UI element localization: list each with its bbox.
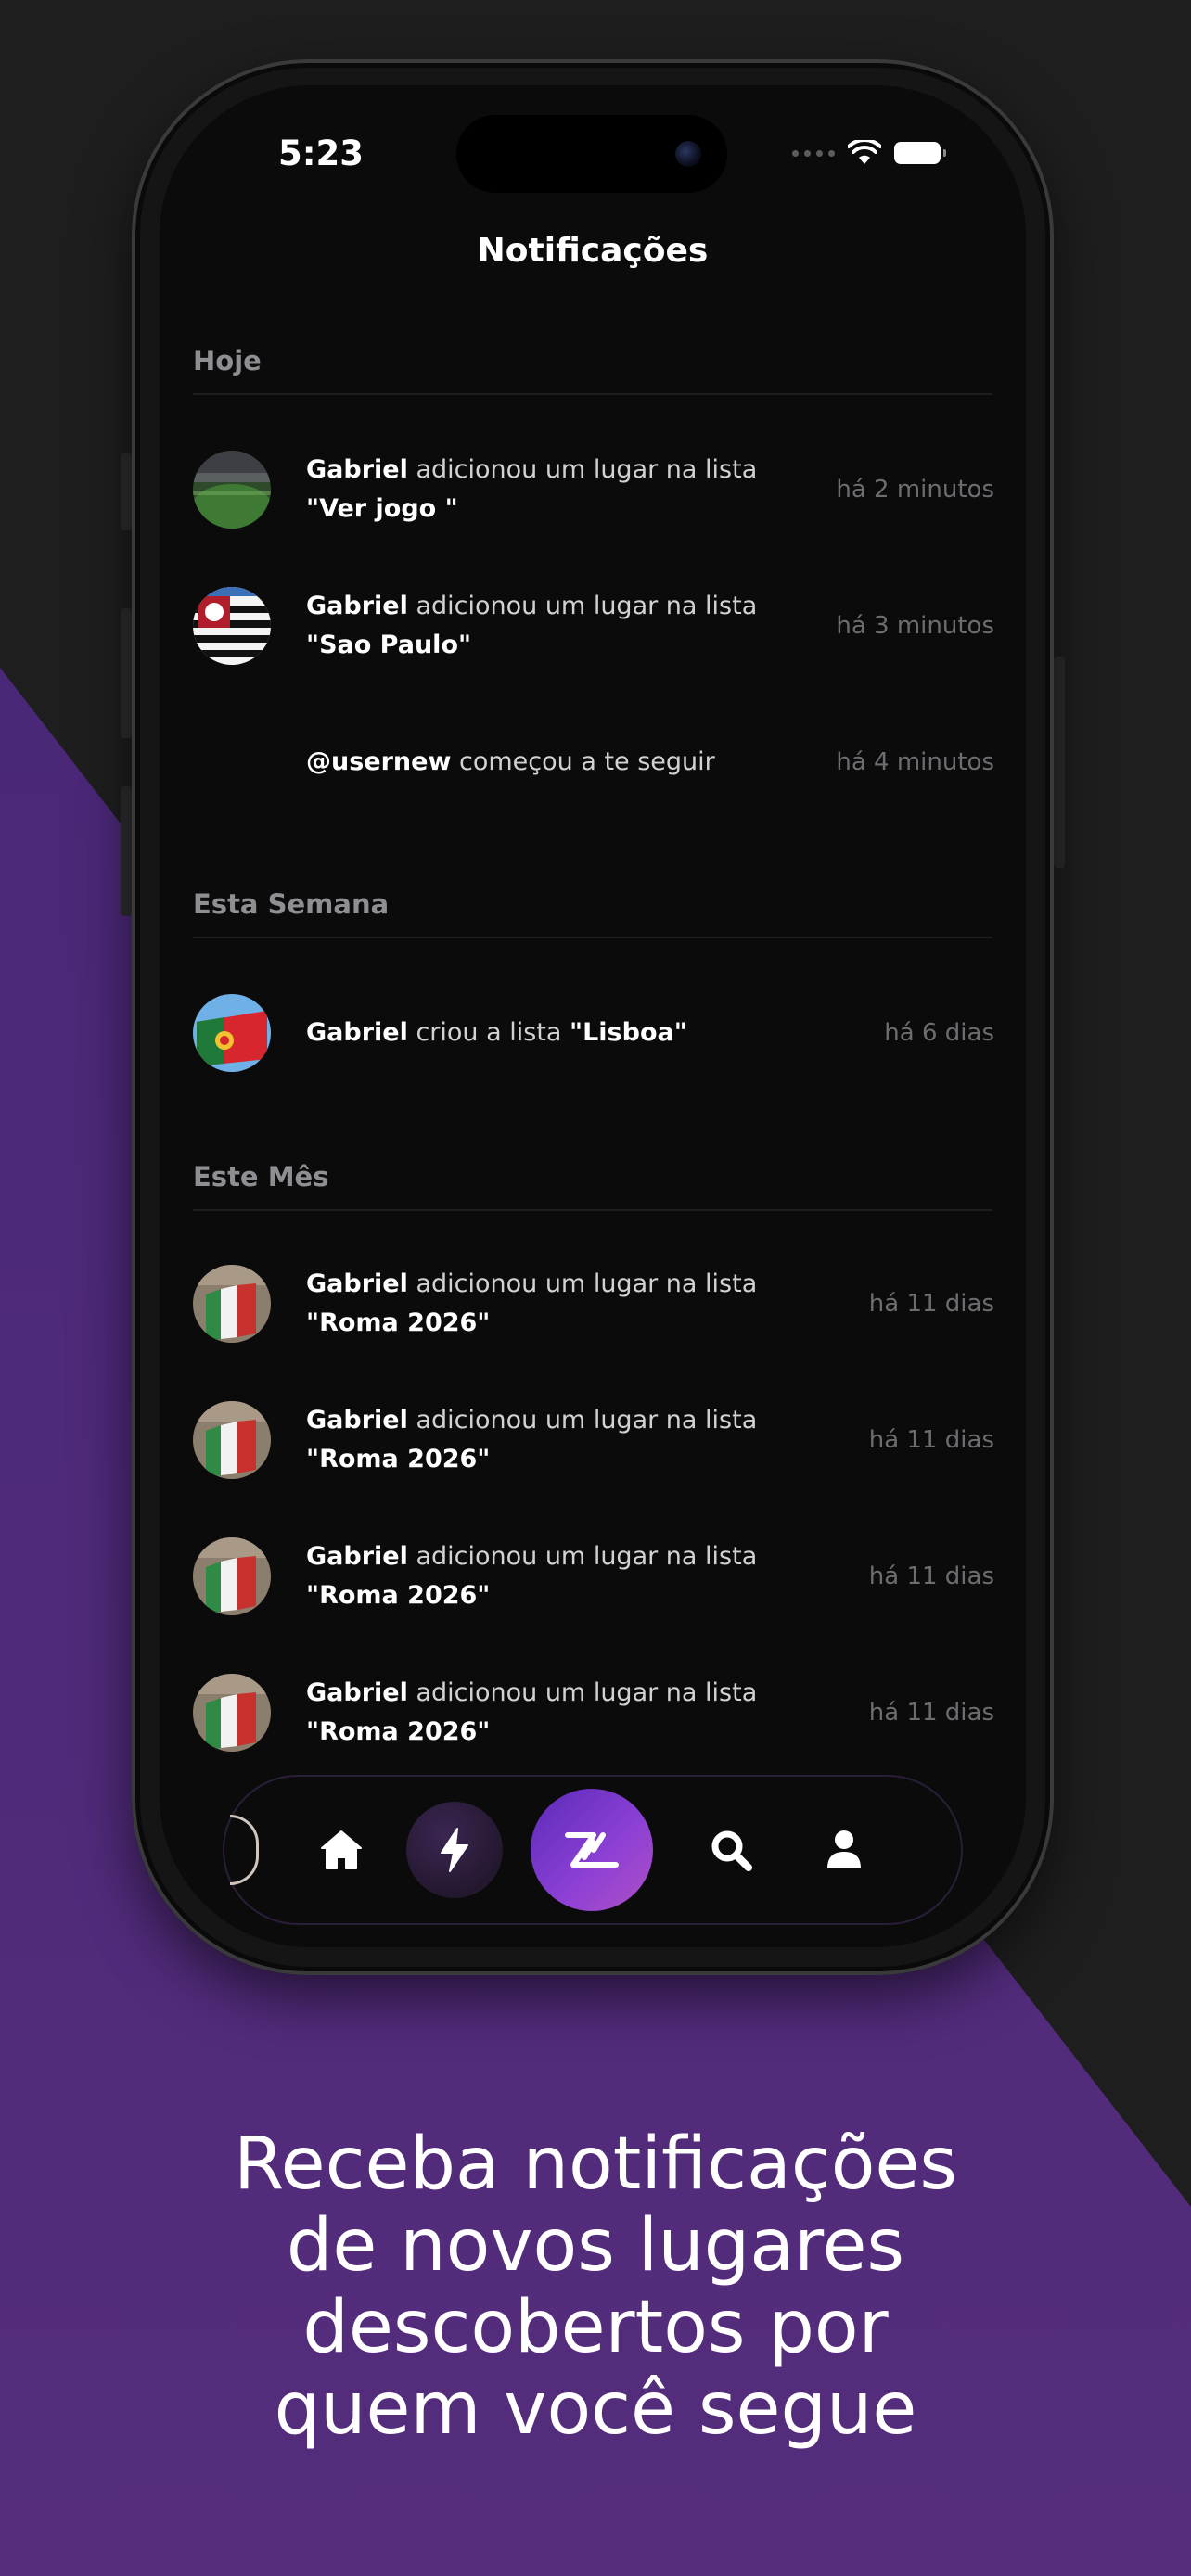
bolt-icon: [441, 1828, 468, 1872]
divider: [193, 393, 992, 395]
notification-list-name: "Ver jogo ": [306, 494, 458, 523]
avatar-italy-flag: [193, 1674, 271, 1752]
tab-search[interactable]: [709, 1828, 753, 1872]
phone-screen: 5:23 Notificações Hoje Gabriel adicionou…: [160, 85, 1026, 1947]
profile-icon: [827, 1830, 861, 1868]
signal-dots-icon: [792, 149, 835, 157]
home-icon: [321, 1830, 362, 1869]
notification-user: Gabriel: [306, 1406, 408, 1435]
notification-action: criou a lista: [407, 1018, 570, 1047]
section-header-this-month: Este Mês: [193, 1161, 329, 1192]
notification-action: adicionou um lugar na lista: [407, 1678, 758, 1707]
marketing-caption: Receba notificações de novos lugares des…: [0, 2123, 1191, 2450]
tab-bar: [224, 1777, 961, 1923]
notification-time: há 6 dias: [884, 1019, 994, 1047]
notification-list-name: "Roma 2026": [306, 1445, 491, 1473]
notification-time: há 11 dias: [868, 1426, 994, 1454]
phone-action-button: [121, 453, 132, 530]
app-logo-icon: [565, 1832, 619, 1868]
caption-line-4: quem você segue: [274, 2367, 917, 2451]
notification-action: adicionou um lugar na lista: [407, 592, 758, 620]
notification-item[interactable]: Gabriel adicionou um lugar na lista "Ver …: [193, 447, 994, 532]
notification-list-name: "Lisboa": [570, 1018, 687, 1047]
caption-line-2: de novos lugares: [286, 2204, 905, 2288]
notification-user: Gabriel: [306, 1018, 408, 1047]
notification-text: Gabriel adicionou um lugar na lista "Sao …: [306, 587, 807, 665]
page-title: Notificações: [477, 232, 709, 270]
tab-profile[interactable]: [826, 1830, 863, 1870]
status-icons: [792, 139, 946, 167]
notification-user: Gabriel: [306, 455, 408, 484]
notification-item[interactable]: Gabriel adicionou um lugar na lista "Roma…: [193, 1397, 994, 1483]
caption-line-1: Receba notificações: [233, 2123, 958, 2206]
avatar-italy-flag: [193, 1537, 271, 1615]
scrolled-avatar-edge: [230, 1815, 259, 1885]
section-header-this-week: Esta Semana: [193, 888, 390, 920]
notification-action: adicionou um lugar na lista: [407, 1269, 758, 1298]
notification-time: há 11 dias: [868, 1699, 994, 1727]
notification-user: @usernew: [306, 747, 452, 776]
phone-volume-up-button: [121, 608, 132, 738]
notification-item[interactable]: Gabriel adicionou um lugar na lista "Roma…: [193, 1670, 994, 1755]
notification-action: adicionou um lugar na lista: [407, 1542, 758, 1571]
notification-list-name: "Roma 2026": [306, 1308, 491, 1337]
notification-text: Gabriel adicionou um lugar na lista "Roma…: [306, 1537, 807, 1615]
avatar-italy-flag: [193, 1401, 271, 1479]
tab-home-logo[interactable]: [531, 1789, 653, 1911]
notification-item[interactable]: Gabriel adicionou um lugar na lista "Sao …: [193, 583, 994, 669]
notification-user: Gabriel: [306, 1542, 408, 1571]
notification-time: há 4 minutos: [836, 748, 994, 776]
notification-time: há 3 minutos: [836, 612, 994, 640]
battery-icon: [894, 142, 946, 164]
notification-list-name: "Roma 2026": [306, 1581, 491, 1610]
notification-action: adicionou um lugar na lista: [407, 455, 758, 484]
search-icon: [711, 1830, 752, 1871]
notification-action: começou a te seguir: [451, 747, 715, 776]
phone-volume-down-button: [121, 786, 132, 916]
notification-time: há 2 minutos: [836, 476, 994, 504]
notification-time: há 11 dias: [868, 1290, 994, 1318]
notification-text: Gabriel adicionou um lugar na lista "Roma…: [306, 1401, 807, 1479]
notification-text: Gabriel criou a lista "Lisboa": [306, 1014, 807, 1052]
notification-text: Gabriel adicionou um lugar na lista "Ver …: [306, 451, 807, 529]
avatar-portugal-flag: [193, 994, 271, 1072]
notification-action: adicionou um lugar na lista: [407, 1406, 758, 1435]
notification-item[interactable]: Gabriel adicionou um lugar na lista "Roma…: [193, 1261, 994, 1346]
avatar-stadium: [193, 451, 271, 529]
notification-item[interactable]: @usernew começou a te seguir há 4 minuto…: [193, 720, 994, 805]
section-header-today: Hoje: [193, 345, 262, 376]
divider: [193, 937, 992, 938]
notification-user: Gabriel: [306, 1269, 408, 1298]
avatar-italy-flag: [193, 1265, 271, 1343]
notification-user: Gabriel: [306, 592, 408, 620]
phone-power-button: [1054, 657, 1065, 868]
notification-list-name: "Roma 2026": [306, 1717, 491, 1746]
divider: [193, 1209, 992, 1211]
notification-user: Gabriel: [306, 1678, 408, 1707]
notification-list-name: "Sao Paulo": [306, 631, 472, 659]
caption-line-3: descobertos por: [302, 2286, 889, 2369]
wifi-icon: [848, 140, 881, 164]
notification-text: Gabriel adicionou um lugar na lista "Roma…: [306, 1265, 807, 1343]
dynamic-island: [456, 115, 727, 193]
notification-time: há 11 dias: [868, 1562, 994, 1590]
notification-item[interactable]: Gabriel adicionou um lugar na lista "Roma…: [193, 1534, 994, 1619]
tab-home[interactable]: [320, 1830, 363, 1870]
front-camera: [675, 141, 701, 167]
tab-activity[interactable]: [406, 1802, 503, 1898]
avatar-sao-paulo-flag: [193, 587, 271, 665]
status-time: 5:23: [278, 134, 365, 173]
notification-text: Gabriel adicionou um lugar na lista "Roma…: [306, 1674, 807, 1752]
notification-text: @usernew começou a te seguir: [306, 743, 807, 782]
notification-item[interactable]: Gabriel criou a lista "Lisboa" há 6 dias: [193, 990, 994, 1076]
